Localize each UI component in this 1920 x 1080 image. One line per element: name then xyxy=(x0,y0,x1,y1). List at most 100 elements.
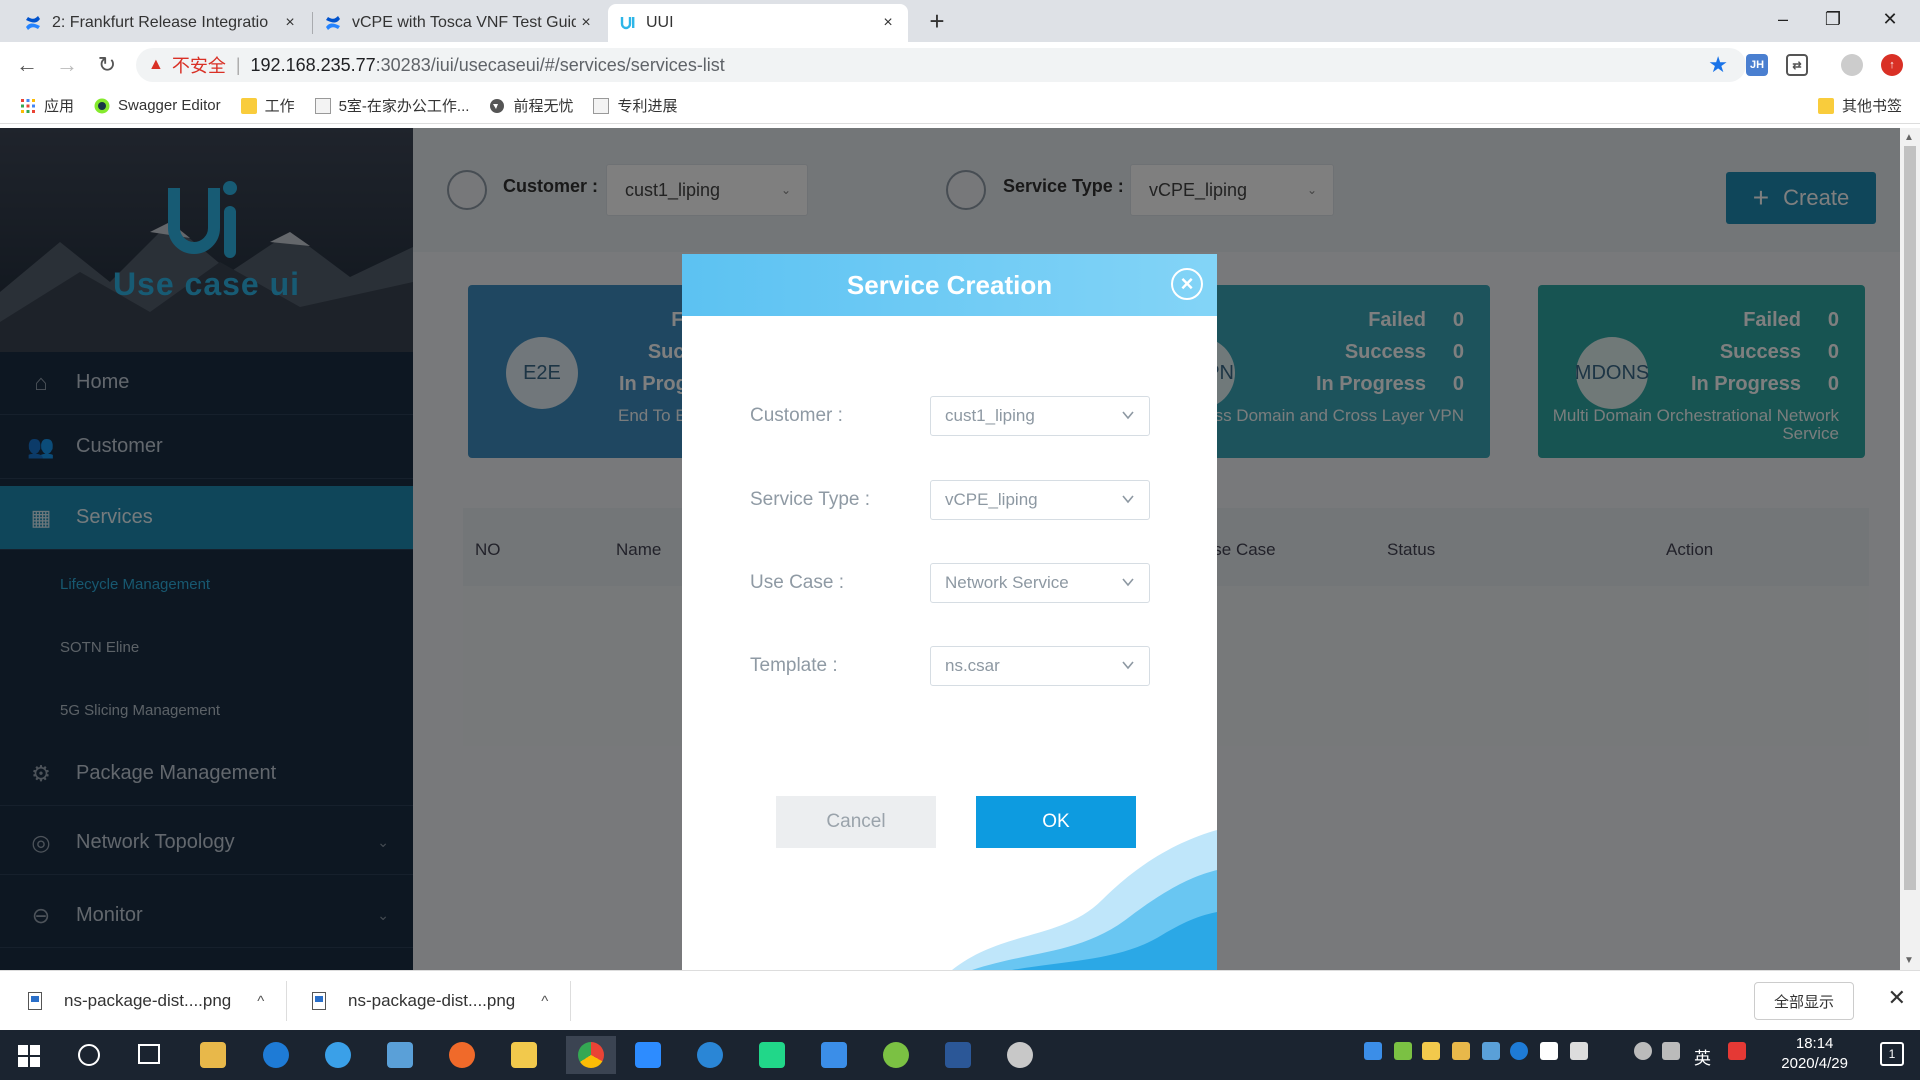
customer-dropdown-value: cust1_liping xyxy=(945,406,1035,425)
minimize-button[interactable]: – xyxy=(1755,0,1811,38)
clock-date: 2020/4/29 xyxy=(1781,1055,1848,1072)
taskbar-app-edge[interactable] xyxy=(256,1036,296,1074)
download-filename: ns-package-dist....png xyxy=(348,991,516,1010)
new-tab-button[interactable]: + xyxy=(922,6,952,36)
volume-icon[interactable] xyxy=(1662,1042,1680,1060)
template-dropdown[interactable]: ns.csar xyxy=(930,646,1150,686)
bookmark-label: 前程无忧 xyxy=(513,98,574,115)
bluetooth-icon[interactable] xyxy=(1510,1042,1528,1060)
forward-button[interactable]: → xyxy=(52,50,82,80)
taskbar-app-pycharm[interactable] xyxy=(752,1036,792,1074)
search-icon[interactable] xyxy=(78,1044,100,1066)
globe-icon xyxy=(490,98,505,113)
template-field-label: Template : xyxy=(750,655,838,676)
battery-icon[interactable] xyxy=(1570,1042,1588,1060)
decorative-wave-image xyxy=(952,830,1217,970)
customer-field-label: Customer : xyxy=(750,405,843,426)
taskbar-app-outlook[interactable] xyxy=(193,1036,233,1074)
extension-capture-icon[interactable]: ⇄ xyxy=(1786,54,1808,76)
bookmark-star-icon[interactable]: ★ xyxy=(1708,52,1728,78)
template-dropdown-value: ns.csar xyxy=(945,656,1000,675)
windows-start-icon[interactable] xyxy=(18,1045,40,1067)
tray-icon-network-app[interactable] xyxy=(1482,1042,1500,1060)
taskbar-app-ie[interactable] xyxy=(318,1036,358,1074)
tab-title: vCPE with Tosca VNF Test Guid xyxy=(352,14,576,31)
taskbar-app-firefox[interactable] xyxy=(442,1036,482,1074)
image-file-icon xyxy=(28,992,42,1010)
update-icon[interactable]: ↑ xyxy=(1881,54,1903,76)
profile-avatar-icon[interactable] xyxy=(1841,54,1863,76)
clock-time: 18:14 xyxy=(1795,1035,1834,1052)
tray-icon-wechat[interactable] xyxy=(1394,1042,1412,1060)
bookmark-patent[interactable]: 专利进展 xyxy=(593,95,677,116)
taskbar-app-paint[interactable] xyxy=(1000,1036,1040,1074)
tab-uui[interactable]: UUI × xyxy=(608,4,908,42)
tray-icon-mail[interactable] xyxy=(1422,1042,1440,1060)
use-case-dropdown[interactable]: Network Service xyxy=(930,563,1150,603)
scroll-down-icon[interactable]: ▼ xyxy=(1904,955,1914,966)
system-clock[interactable]: 18:14 2020/4/29 xyxy=(1781,1034,1848,1074)
wifi-icon[interactable] xyxy=(1634,1042,1652,1060)
address-bar[interactable]: ▲ 不安全 | 192.168.235.77 :30283/iui/usecas… xyxy=(136,48,1746,82)
extension-jh-icon[interactable]: JH xyxy=(1746,54,1768,76)
service-type-dropdown-value: vCPE_liping xyxy=(945,490,1038,509)
input-method-indicator[interactable]: 英 xyxy=(1694,1044,1711,1069)
taskbar-app-notes[interactable] xyxy=(814,1036,854,1074)
bookmarks-bar: 应用 Swagger Editor 工作 5室-在家办公工作... 前程无忧 专… xyxy=(0,88,1920,124)
chevron-up-icon[interactable]: ^ xyxy=(257,993,264,1010)
back-button[interactable]: ← xyxy=(12,50,42,80)
tab-frankfurt-release[interactable]: 2: Frankfurt Release Integratio × xyxy=(14,4,310,42)
page-icon xyxy=(314,97,331,114)
scrollbar-thumb[interactable] xyxy=(1904,146,1916,890)
bookmark-other[interactable]: 其他书签 xyxy=(1817,95,1902,116)
service-type-field-label: Service Type : xyxy=(750,489,871,510)
close-icon[interactable]: ✕ xyxy=(1888,985,1906,1011)
bookmark-apps[interactable]: 应用 xyxy=(20,95,74,116)
security-shield-icon[interactable] xyxy=(1540,1042,1558,1060)
tab-close-icon[interactable]: × xyxy=(576,14,596,32)
chevron-up-icon[interactable]: ^ xyxy=(541,993,548,1010)
tab-vcpe-guide[interactable]: vCPE with Tosca VNF Test Guid × xyxy=(314,4,606,42)
download-shelf: ns-package-dist....png ^ ns-package-dist… xyxy=(0,970,1920,1030)
address-divider: | xyxy=(235,54,241,75)
chevron-down-icon xyxy=(1122,411,1134,420)
taskbar-app-network[interactable] xyxy=(380,1036,420,1074)
bookmark-51job[interactable]: 前程无忧 xyxy=(489,95,573,116)
window-close-button[interactable]: ✕ xyxy=(1862,0,1918,38)
bookmark-swagger[interactable]: Swagger Editor xyxy=(94,97,221,114)
page-scrollbar[interactable]: ▲ ▼ xyxy=(1900,128,1920,970)
taskbar-app-chrome[interactable] xyxy=(566,1036,616,1074)
download-item[interactable]: ns-package-dist....png ^ xyxy=(28,971,264,1031)
bookmark-label: 5室-在家办公工作... xyxy=(338,98,470,115)
maximize-button[interactable]: ❐ xyxy=(1805,0,1861,38)
taskbar-app-word[interactable] xyxy=(938,1036,978,1074)
task-view-icon[interactable] xyxy=(138,1044,160,1064)
bookmark-office[interactable]: 5室-在家办公工作... xyxy=(314,95,470,116)
chevron-down-icon xyxy=(1122,661,1134,670)
bookmark-work-folder[interactable]: 工作 xyxy=(240,95,295,116)
tray-icon-folder[interactable] xyxy=(1452,1042,1470,1060)
tab-title: 2: Frankfurt Release Integratio xyxy=(52,14,269,31)
insecure-label: 不安全 xyxy=(171,56,226,76)
taskbar-app-zoom[interactable] xyxy=(628,1036,668,1074)
swagger-icon xyxy=(94,98,110,113)
reload-button[interactable]: ↻ xyxy=(92,50,122,80)
taskbar-app-explorer[interactable] xyxy=(504,1036,544,1074)
download-item[interactable]: ns-package-dist....png ^ xyxy=(312,971,548,1031)
customer-dropdown[interactable]: cust1_liping xyxy=(930,396,1150,436)
service-type-dropdown[interactable]: vCPE_liping xyxy=(930,480,1150,520)
url-path: :30283/iui/usecaseui/#/services/services… xyxy=(375,54,725,75)
folder-icon xyxy=(1817,97,1834,114)
tab-close-icon[interactable]: × xyxy=(878,14,898,32)
service-creation-dialog: Service Creation × Customer : cust1_lipi… xyxy=(682,254,1217,970)
taskbar-app-wechat[interactable] xyxy=(876,1036,916,1074)
close-icon[interactable]: × xyxy=(1171,268,1203,300)
tab-close-icon[interactable]: × xyxy=(280,14,300,32)
show-all-downloads-button[interactable]: 全部显示 xyxy=(1754,982,1854,1020)
taskbar-app-ie-alt[interactable] xyxy=(690,1036,730,1074)
sogou-ime-icon[interactable] xyxy=(1728,1042,1746,1060)
tray-icon-notes[interactable] xyxy=(1364,1042,1382,1060)
scroll-up-icon[interactable]: ▲ xyxy=(1904,132,1914,143)
windows-taskbar: 英 18:14 2020/4/29 1 xyxy=(0,1030,1920,1080)
notification-center-icon[interactable]: 1 xyxy=(1880,1042,1904,1066)
